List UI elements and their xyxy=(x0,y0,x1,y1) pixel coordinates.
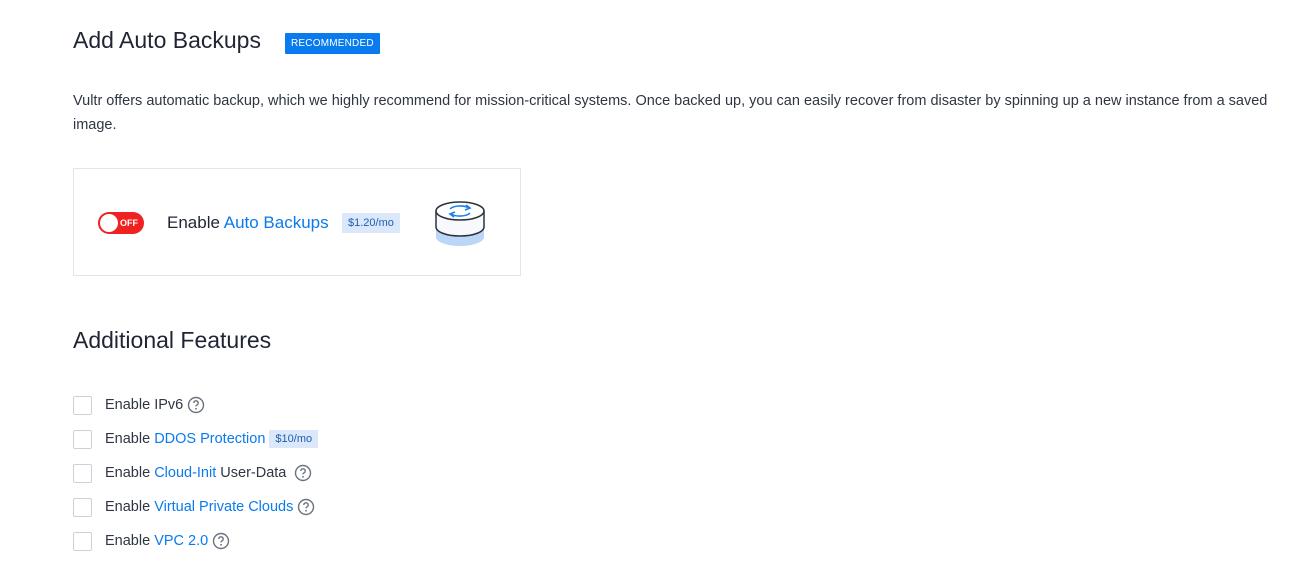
vpc-checkbox[interactable] xyxy=(73,497,92,517)
auto-backups-toggle[interactable]: OFF xyxy=(98,212,144,234)
auto-backups-link[interactable]: Auto Backups xyxy=(224,213,329,232)
auto-backups-label: Enable Auto Backups xyxy=(167,212,329,234)
toggle-knob xyxy=(100,214,118,232)
enable-prefix: Enable xyxy=(105,465,151,481)
feature-cloud-init: Enable Cloud-Init User-Data xyxy=(73,456,318,490)
auto-backups-card[interactable]: OFF Enable Auto Backups $1.20/mo xyxy=(73,168,521,276)
feature-vpc: Enable Virtual Private Clouds xyxy=(73,490,318,524)
ipv6-label: IPv6 xyxy=(154,397,184,413)
ddos-protection-link[interactable]: DDOS Protection xyxy=(154,431,265,447)
feature-ddos: Enable DDOS Protection $10/mo xyxy=(73,422,319,456)
auto-backups-price: $1.20/mo xyxy=(342,213,400,233)
feature-label: Enable Cloud-Init User-Data xyxy=(105,465,286,481)
feature-label: Enable VPC 2.0 xyxy=(105,533,208,549)
recommended-badge: RECOMMENDED xyxy=(285,33,380,54)
vpc2-checkbox[interactable] xyxy=(73,531,92,551)
enable-prefix: Enable xyxy=(167,213,220,232)
question-circle-icon[interactable] xyxy=(297,498,315,516)
enable-prefix: Enable xyxy=(105,431,151,447)
ddos-checkbox[interactable] xyxy=(73,429,92,449)
cloud-init-checkbox[interactable] xyxy=(73,463,92,483)
virtual-private-clouds-link[interactable]: Virtual Private Clouds xyxy=(154,499,293,515)
question-circle-icon[interactable] xyxy=(294,464,312,482)
backups-description: Vultr offers automatic backup, which we … xyxy=(73,93,1268,133)
ipv6-checkbox[interactable] xyxy=(73,395,92,415)
feature-ipv6: Enable IPv6 xyxy=(73,388,318,422)
enable-prefix: Enable xyxy=(105,533,151,549)
backups-title: Add Auto Backups xyxy=(73,27,261,53)
question-circle-icon[interactable] xyxy=(212,532,230,550)
feature-label: Enable Virtual Private Clouds xyxy=(105,499,293,515)
enable-prefix: Enable xyxy=(105,397,151,413)
vpc2-link[interactable]: VPC 2.0 xyxy=(154,533,208,549)
feature-vpc2: Enable VPC 2.0 xyxy=(73,524,318,558)
enable-prefix: Enable xyxy=(105,499,151,515)
features-list: Enable IPv6 Enable DDOS Protection $10/m… xyxy=(73,388,319,558)
backup-disk-icon xyxy=(435,201,485,246)
cloud-init-link[interactable]: Cloud-Init xyxy=(154,465,216,481)
feature-label: Enable IPv6 xyxy=(105,397,183,413)
feature-label: Enable DDOS Protection xyxy=(105,431,265,447)
toggle-state-label: OFF xyxy=(120,218,138,228)
question-circle-icon[interactable] xyxy=(187,396,205,414)
ddos-price: $10/mo xyxy=(269,430,319,448)
user-data-label: User-Data xyxy=(220,465,287,481)
features-title: Additional Features xyxy=(73,327,272,353)
